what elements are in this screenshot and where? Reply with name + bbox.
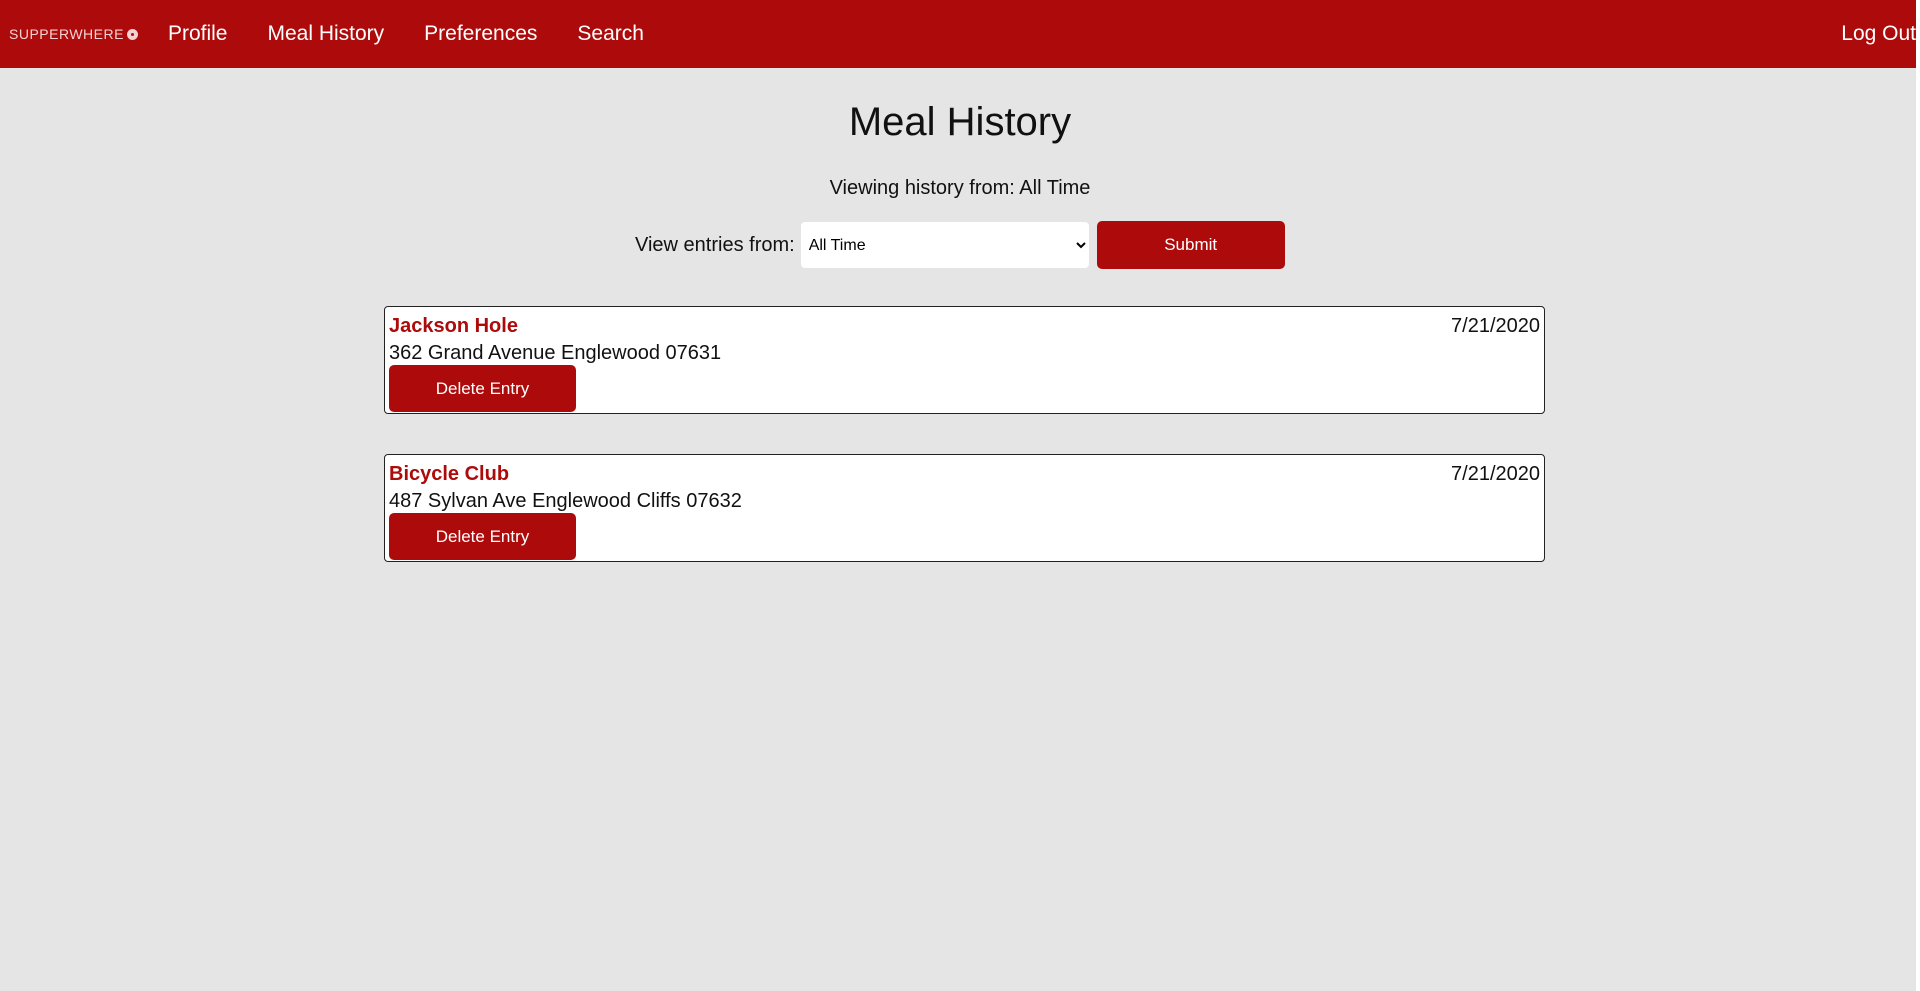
- delete-entry-button[interactable]: Delete Entry: [389, 365, 576, 412]
- meal-entry-list: Jackson Hole 7/21/2020 362 Grand Avenue …: [384, 306, 1545, 602]
- submit-button[interactable]: Submit: [1096, 221, 1285, 269]
- filter-label: View entries from:: [635, 233, 795, 256]
- meal-entry-card: Bicycle Club 7/21/2020 487 Sylvan Ave En…: [384, 454, 1545, 562]
- time-range-select[interactable]: All Time: [800, 222, 1089, 268]
- entry-date: 7/21/2020: [1451, 315, 1540, 337]
- brand-logo[interactable]: SUPPERWHERE: [9, 26, 138, 42]
- viewing-value: All Time: [1019, 177, 1091, 199]
- window-scrollbar[interactable]: [1916, 0, 1920, 991]
- restaurant-address: 362 Grand Avenue Englewood 07631: [389, 342, 722, 364]
- nav-link-profile[interactable]: Profile: [168, 22, 228, 46]
- viewing-prefix: Viewing history from:: [829, 177, 1020, 199]
- page-title: Meal History: [848, 100, 1072, 144]
- meal-entry-card: Jackson Hole 7/21/2020 362 Grand Avenue …: [384, 306, 1545, 414]
- restaurant-address: 487 Sylvan Ave Englewood Cliffs 07632: [389, 490, 742, 512]
- entry-date: 7/21/2020: [1451, 463, 1540, 485]
- brand-dot-icon: [126, 28, 138, 40]
- restaurant-name: Bicycle Club: [389, 463, 510, 485]
- nav-link-search[interactable]: Search: [577, 22, 644, 46]
- nav-link-preferences[interactable]: Preferences: [424, 22, 537, 46]
- top-navbar: SUPPERWHERE Profile Meal History Prefere…: [0, 0, 1916, 68]
- filter-form: View entries from: All Time Submit: [635, 221, 1285, 269]
- delete-entry-button[interactable]: Delete Entry: [389, 513, 576, 560]
- logout-link[interactable]: Log Out: [1841, 22, 1916, 46]
- nav-link-meal-history[interactable]: Meal History: [267, 22, 384, 46]
- brand-name: SUPPERWHERE: [9, 26, 124, 42]
- restaurant-name: Jackson Hole: [389, 315, 518, 337]
- viewing-status: Viewing history from: All Time: [0, 177, 1920, 200]
